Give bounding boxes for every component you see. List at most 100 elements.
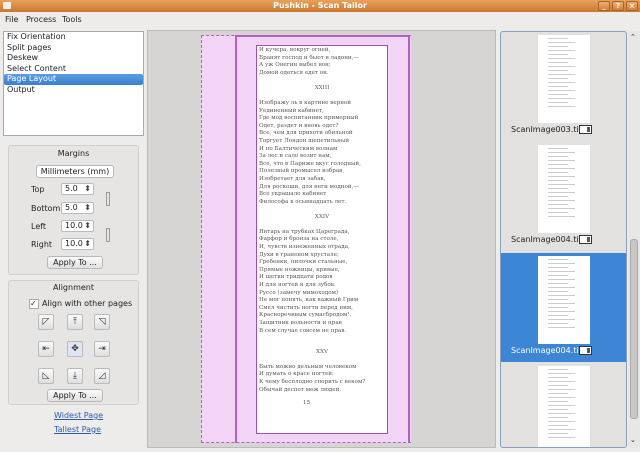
margins-apply-button[interactable]: Apply To ...	[47, 256, 103, 269]
text-line: И кучера, вокруг огней,	[259, 47, 331, 53]
text-line: Руссо (замечу мимоходом)	[259, 289, 339, 296]
page-number: 15	[303, 400, 311, 407]
top-margin-input[interactable]: 5.0	[61, 183, 94, 195]
text-line: Уединенный кабинет,	[259, 107, 324, 114]
align-top-icon[interactable]: ⤒	[67, 314, 83, 330]
thumbnail-image	[538, 145, 590, 233]
align-bottom-right-icon[interactable]: ◿	[94, 368, 110, 384]
text-line: И по Балтическим волнам	[259, 145, 338, 152]
thumbnail-image	[538, 256, 590, 344]
text-line: Где мод воспитанник примерный	[259, 115, 359, 122]
stanza-heading: XXIII	[314, 85, 330, 92]
align-checkbox[interactable]: ✓	[29, 299, 39, 309]
text-line: Для роскоши, для неги модной,—	[259, 183, 359, 190]
align-center-icon[interactable]: ✥	[67, 341, 83, 357]
menu-bar: File Process Tools	[0, 12, 640, 27]
scrollbar-thumb[interactable]	[630, 239, 638, 419]
text-line: И, чувств изнеженных отрада,	[259, 244, 350, 251]
page-side-icon	[579, 125, 592, 134]
margin-guide-left[interactable]	[235, 35, 237, 443]
bottom-margin-input[interactable]: 5.0	[61, 202, 94, 214]
text-line: Не мог понять, как важный Грим	[259, 297, 359, 304]
stages-list: Fix Orientation Split pages Deskew Selec…	[3, 31, 144, 136]
text-line: Прямые ножницы, кривые,	[259, 266, 340, 273]
text-line: А уж Онегин выбел вон;	[259, 62, 331, 69]
stage-output[interactable]: Output	[4, 85, 143, 96]
stage-deskew[interactable]: Deskew	[4, 53, 143, 64]
text-line: Фарфор и бронза на столе,	[259, 236, 339, 243]
text-line: Красноречивым сумасбродом¹.	[259, 312, 352, 319]
top-label: Top	[31, 185, 45, 194]
text-line: И думать о красе ногтей:	[259, 371, 334, 378]
thumbnail[interactable]: ScanImage003.tif	[501, 32, 626, 141]
stage-fix-orientation[interactable]: Fix Orientation	[4, 32, 143, 43]
alignment-apply-button[interactable]: Apply To ...	[47, 389, 103, 402]
page-content: И кучера, вокруг огней, Бранят господ и …	[256, 45, 388, 434]
stanza-heading: XXIV	[314, 214, 330, 221]
text-line: Изображу ль в картине верной	[259, 99, 352, 106]
tallest-page-link[interactable]: Tallest Page	[54, 425, 101, 434]
stage-split-pages[interactable]: Split pages	[4, 43, 143, 54]
text-line: К чему бесплодно спорить с веком?	[259, 378, 366, 385]
margins-panel: Margins Millimeters (mm) ⌄ Top 5.0 Botto…	[8, 145, 139, 275]
text-line: Торгует Лондон щепетильный	[259, 137, 350, 144]
menu-tools[interactable]: Tools	[62, 15, 82, 24]
text-line: Домой одеться едет он.	[259, 69, 329, 76]
bottom-label: Bottom	[31, 204, 61, 213]
align-checkbox-label: Align with other pages	[42, 299, 133, 308]
link-top-bottom-icon[interactable]	[106, 192, 110, 206]
stanza-heading: XXV	[315, 349, 328, 356]
text-line: Изобретает для забав,	[259, 175, 326, 182]
text-line: Защитник вольности и прав	[259, 320, 342, 326]
widest-page-link[interactable]: Widest Page	[54, 411, 103, 420]
units-select[interactable]: Millimeters (mm) ⌄	[36, 165, 114, 187]
align-bottom-left-icon[interactable]: ◺	[38, 368, 54, 384]
thumbnail[interactable]: ScanImage004.tif	[501, 142, 626, 251]
left-margin-input[interactable]: 10.0	[61, 220, 94, 232]
link-left-right-icon[interactable]	[106, 228, 110, 242]
help-button[interactable]: ?	[612, 1, 624, 11]
title-bar: Pushkin - Scan Tailor _ ? ×	[0, 0, 640, 12]
text-line: И для ногтей и для зубов.	[259, 282, 336, 289]
align-bottom-icon[interactable]: ⤓	[67, 368, 83, 384]
page-side-icon	[579, 235, 592, 244]
scroll-down-icon[interactable]: ⌄	[630, 436, 636, 444]
margin-guide-top	[235, 35, 410, 37]
minimize-button[interactable]: _	[598, 1, 610, 11]
thumbnail-label: ScanImage004.tif	[511, 235, 582, 244]
text-line: Обычай деспот меж людей.	[259, 386, 342, 393]
scroll-up-icon[interactable]: ⌃	[630, 33, 636, 41]
margin-guide-right[interactable]	[408, 35, 410, 443]
text-line: В сем случае совсем не прав.	[259, 327, 347, 334]
text-line: И щетки тридцати родов	[259, 274, 333, 281]
text-line: Полезный промысел избрав,	[259, 168, 345, 175]
close-button[interactable]: ×	[626, 1, 638, 11]
stage-select-content[interactable]: Select Content	[4, 64, 143, 75]
window-title: Pushkin - Scan Tailor	[273, 1, 367, 10]
app-icon	[3, 2, 11, 9]
stage-page-layout[interactable]: Page Layout	[4, 74, 143, 85]
align-right-icon[interactable]: ⇥	[94, 341, 110, 357]
thumbnail-selected[interactable]: ScanImage004.tif	[501, 253, 626, 362]
thumbnails-panel: ScanImage003.tif ScanImage004.tif ScanIm…	[500, 31, 627, 448]
alignment-title: Alignment	[53, 283, 94, 292]
right-margin-input[interactable]: 10.0	[61, 238, 94, 250]
text-line: Все, чем для прихоти обильной	[259, 130, 353, 137]
right-label: Right	[31, 240, 53, 249]
text-line: Быть можно дельным человеком	[259, 363, 357, 370]
left-label: Left	[31, 222, 47, 231]
align-top-left-icon[interactable]: ◸	[38, 314, 54, 330]
thumbnail-label: ScanImage003.tif	[511, 125, 582, 134]
thumbnails-scrollbar[interactable]: ⌃ ⌄	[628, 31, 640, 448]
margins-title: Margins	[57, 149, 90, 158]
page-side-icon	[579, 346, 592, 355]
align-top-right-icon[interactable]: ◹	[94, 314, 110, 330]
menu-file[interactable]: File	[5, 15, 18, 24]
thumbnail-image	[538, 35, 590, 123]
alignment-panel: Alignment ✓ Align with other pages ◸ ⤒ ◹…	[8, 280, 139, 405]
menu-process[interactable]: Process	[26, 15, 56, 24]
thumbnail[interactable]	[501, 363, 626, 447]
align-left-icon[interactable]: ⇤	[38, 341, 54, 357]
text-line: Философа в осьмнадцать лет.	[259, 198, 347, 205]
text-line: Все украшало кабинет	[259, 191, 327, 198]
